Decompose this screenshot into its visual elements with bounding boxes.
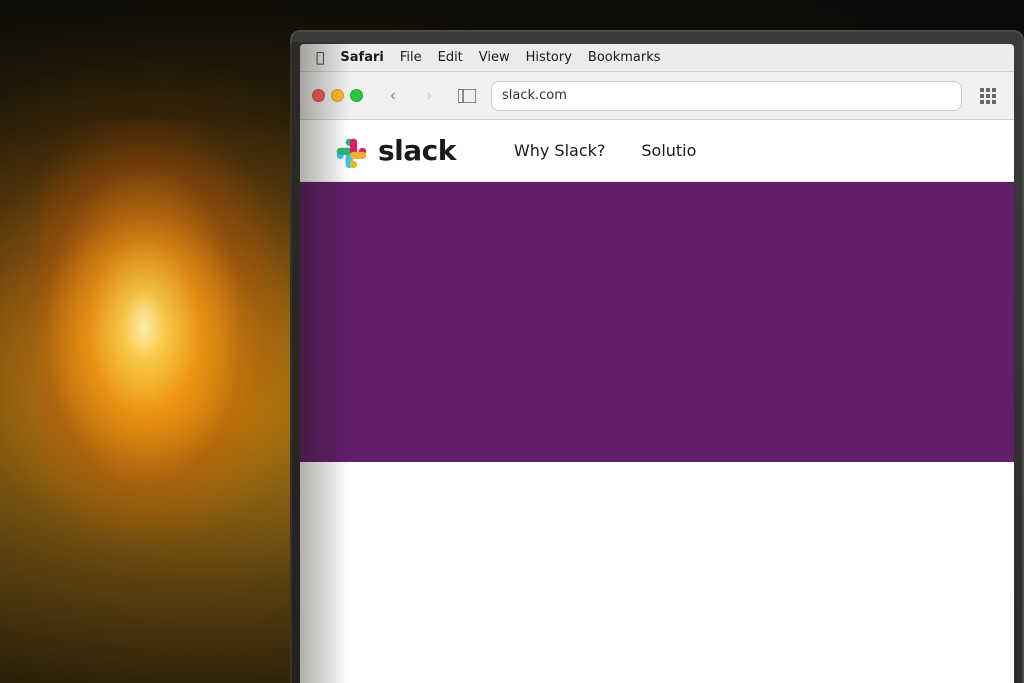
- fullscreen-button[interactable]: [350, 89, 363, 102]
- sidebar-toggle-button[interactable]: [451, 82, 483, 110]
- macbook-bezel:  Safari File Edit View History Bookmark…: [290, 30, 1024, 683]
- slack-logo[interactable]: slack: [330, 132, 456, 170]
- tabs-button[interactable]: [974, 82, 1002, 110]
- menu-view[interactable]: View: [471, 48, 518, 67]
- slack-wordmark: slack: [378, 134, 456, 167]
- traffic-lights: [312, 89, 363, 102]
- nav-link-solutions[interactable]: Solutio: [623, 141, 714, 160]
- menu-history[interactable]: History: [518, 48, 580, 67]
- apple-menu[interactable]: : [308, 50, 332, 66]
- menu-safari[interactable]: Safari: [332, 48, 391, 67]
- back-button[interactable]: ‹: [379, 82, 407, 110]
- close-button[interactable]: [312, 89, 325, 102]
- menu-bookmarks[interactable]: Bookmarks: [580, 48, 669, 67]
- slack-logo-icon: [330, 132, 368, 170]
- browser-content: slack Why Slack? Solutio: [300, 120, 1014, 683]
- sidebar-icon: [458, 89, 476, 103]
- slack-hero-section: [300, 182, 1014, 462]
- forward-button[interactable]: ›: [415, 82, 443, 110]
- tabs-grid-icon: [980, 88, 996, 104]
- browser-toolbar: ‹ › slack.com: [300, 72, 1014, 120]
- address-url: slack.com: [502, 88, 567, 103]
- back-icon: ‹: [390, 87, 395, 105]
- slack-nav-links: Why Slack? Solutio: [496, 141, 715, 160]
- menu-file[interactable]: File: [392, 48, 430, 67]
- macos-menu-bar:  Safari File Edit View History Bookmark…: [300, 44, 1014, 72]
- slack-navbar: slack Why Slack? Solutio: [300, 120, 1014, 182]
- lamp-filament: [40, 120, 300, 580]
- nav-link-why-slack[interactable]: Why Slack?: [496, 141, 623, 160]
- address-bar[interactable]: slack.com: [491, 81, 962, 111]
- minimize-button[interactable]: [331, 89, 344, 102]
- menu-edit[interactable]: Edit: [430, 48, 471, 67]
- screen:  Safari File Edit View History Bookmark…: [300, 44, 1014, 683]
- forward-icon: ›: [426, 87, 431, 105]
